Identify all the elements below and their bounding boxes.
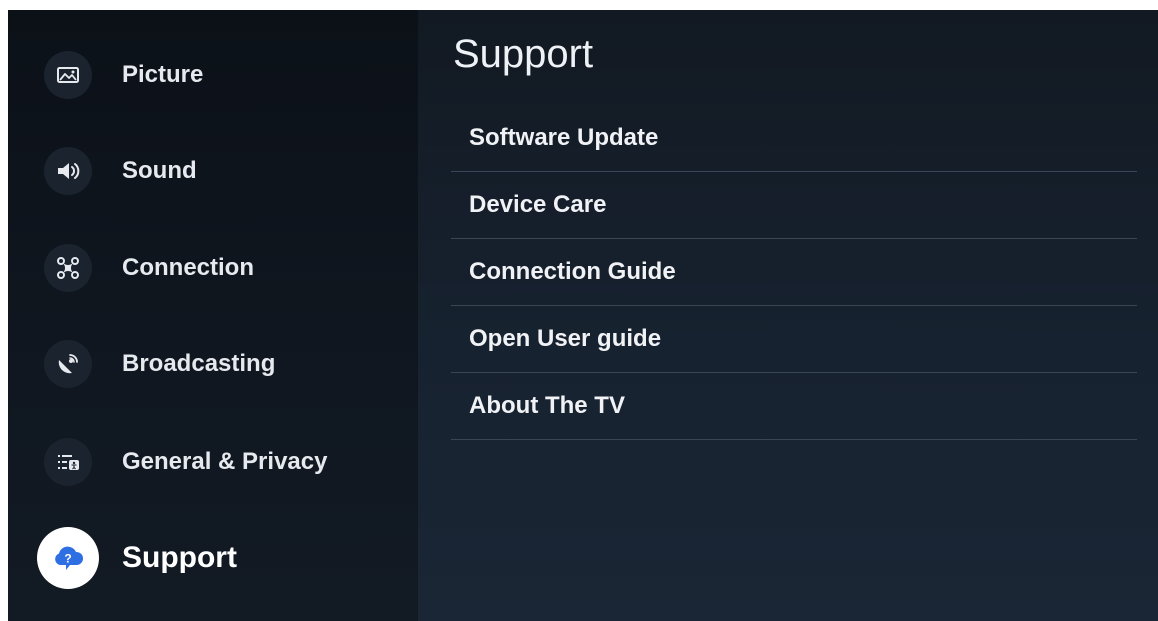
svg-text:?: ? [64, 552, 71, 566]
menu-item-open-user-guide[interactable]: Open User guide [451, 306, 1137, 373]
menu-item-device-care[interactable]: Device Care [451, 172, 1137, 239]
menu-item-label: Device Care [469, 191, 607, 218]
general-privacy-icon [44, 438, 92, 486]
sidebar-item-label: Picture [122, 61, 204, 88]
support-cloud-question-icon: ? [37, 527, 99, 589]
menu-item-label: Software Update [469, 124, 659, 151]
sidebar-item-label: Broadcasting [122, 350, 276, 377]
sidebar-item-connection[interactable]: Connection [8, 233, 418, 303]
connection-icon [44, 244, 92, 292]
tv-settings-screen: Picture Sound Connection Broadcasting Ge… [8, 10, 1158, 621]
settings-sidebar: Picture Sound Connection Broadcasting Ge… [8, 10, 418, 621]
sidebar-item-label: Connection [122, 254, 254, 281]
sidebar-item-picture[interactable]: Picture [8, 40, 418, 110]
sidebar-item-support[interactable]: ? Support [8, 523, 418, 593]
menu-item-label: Connection Guide [469, 258, 676, 285]
page-title: Support [453, 32, 594, 76]
support-menu: Software Update Device Care Connection G… [451, 105, 1137, 440]
speaker-icon [44, 147, 92, 195]
sidebar-item-sound[interactable]: Sound [8, 136, 418, 206]
sidebar-item-label: General & Privacy [122, 448, 328, 475]
menu-item-label: Open User guide [469, 325, 662, 352]
sidebar-item-general-privacy[interactable]: General & Privacy [8, 427, 418, 497]
satellite-dish-icon [44, 340, 92, 388]
picture-icon [44, 51, 92, 99]
menu-item-label: About The TV [469, 392, 625, 419]
sidebar-item-label: Support [122, 541, 237, 574]
menu-item-about-the-tv[interactable]: About The TV [451, 373, 1137, 440]
menu-item-software-update[interactable]: Software Update [451, 105, 1137, 172]
menu-item-connection-guide[interactable]: Connection Guide [451, 239, 1137, 306]
sidebar-item-label: Sound [122, 157, 197, 184]
sidebar-item-broadcasting[interactable]: Broadcasting [8, 329, 418, 399]
